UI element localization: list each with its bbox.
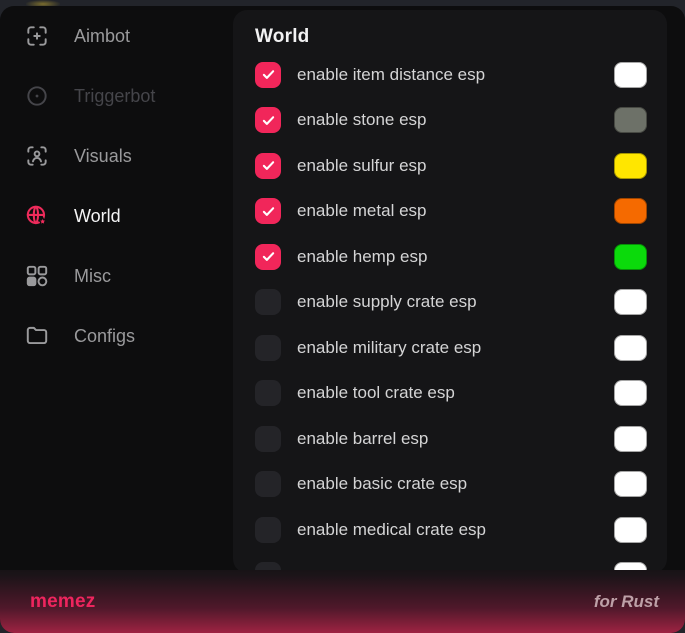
setting-row: enable barrel esp <box>233 416 667 462</box>
triggerbot-icon <box>24 83 50 109</box>
sidebar-item-label: Triggerbot <box>74 87 155 105</box>
sidebar-item-configs[interactable]: Configs <box>0 306 233 366</box>
settings-list: enable item distance esp enable stone esp… <box>233 52 667 573</box>
setting-row: enable military crate esp <box>233 325 667 371</box>
color-swatch[interactable] <box>614 471 647 497</box>
setting-label: enable item distance esp <box>297 65 614 85</box>
footer-tagline: for Rust <box>594 592 659 612</box>
sidebar-item-label: World <box>74 207 121 225</box>
setting-label: enable basic crate esp <box>297 474 614 494</box>
color-swatch[interactable] <box>614 517 647 543</box>
setting-label: enable metal esp <box>297 201 614 221</box>
sidebar-item-label: Configs <box>74 327 135 345</box>
visuals-icon <box>24 143 50 169</box>
sidebar-item-visuals[interactable]: Visuals <box>0 126 233 186</box>
checkbox-unchecked[interactable] <box>255 426 281 452</box>
setting-label: enable medical crate esp <box>297 520 614 540</box>
cheat-window: AimbotTriggerbotVisualsWorldMiscConfigs … <box>0 6 685 633</box>
setting-label: enable supply crate esp <box>297 292 614 312</box>
checkbox-unchecked[interactable] <box>255 335 281 361</box>
setting-row: enable medical crate esp <box>233 507 667 553</box>
checkbox-unchecked[interactable] <box>255 517 281 543</box>
setting-label: enable hemp esp <box>297 247 614 267</box>
setting-row: enable sulfur esp <box>233 143 667 189</box>
sidebar-item-label: Visuals <box>74 147 132 165</box>
page-title: World <box>233 10 667 48</box>
aimbot-icon <box>24 23 50 49</box>
checkbox-checked[interactable] <box>255 153 281 179</box>
misc-icon <box>24 263 50 289</box>
setting-label: enable military crate esp <box>297 338 614 358</box>
checkbox-checked[interactable] <box>255 244 281 270</box>
color-swatch[interactable] <box>614 62 647 88</box>
color-swatch[interactable] <box>614 289 647 315</box>
setting-row: enable hemp esp <box>233 234 667 280</box>
setting-label: enable stone esp <box>297 110 614 130</box>
sidebar-item-aimbot[interactable]: Aimbot <box>0 6 233 66</box>
sidebar-item-triggerbot[interactable]: Triggerbot <box>0 66 233 126</box>
checkbox-checked[interactable] <box>255 107 281 133</box>
checkbox-unchecked[interactable] <box>255 471 281 497</box>
setting-row: enable metal esp <box>233 189 667 235</box>
checkbox-checked[interactable] <box>255 62 281 88</box>
setting-label: enable barrel esp <box>297 429 614 449</box>
color-swatch[interactable] <box>614 380 647 406</box>
setting-row: enable supply crate esp <box>233 280 667 326</box>
sidebar: Aimbot Triggerbot Visuals World Misc Configs <box>0 6 233 366</box>
color-swatch[interactable] <box>614 153 647 179</box>
color-swatch[interactable] <box>614 107 647 133</box>
color-swatch[interactable] <box>614 426 647 452</box>
footer: memez for Rust <box>0 570 685 633</box>
sidebar-item-label: Aimbot <box>74 27 130 45</box>
checkbox-checked[interactable] <box>255 198 281 224</box>
setting-row: enable item distance esp <box>233 52 667 98</box>
color-swatch[interactable] <box>614 335 647 361</box>
setting-label: enable tool crate esp <box>297 383 614 403</box>
checkbox-unchecked[interactable] <box>255 380 281 406</box>
setting-row: enable tool crate esp <box>233 371 667 417</box>
color-swatch[interactable] <box>614 198 647 224</box>
setting-row: enable basic crate esp <box>233 462 667 508</box>
sidebar-item-label: Misc <box>74 267 111 285</box>
setting-row: enable stone esp <box>233 98 667 144</box>
configs-icon <box>24 323 50 349</box>
checkbox-unchecked[interactable] <box>255 289 281 315</box>
color-swatch[interactable] <box>614 244 647 270</box>
sidebar-item-world[interactable]: World <box>0 186 233 246</box>
sidebar-item-misc[interactable]: Misc <box>0 246 233 306</box>
world-panel: World enable item distance esp enable sto… <box>233 10 667 573</box>
setting-label: enable sulfur esp <box>297 156 614 176</box>
world-icon <box>24 203 50 229</box>
brand-logo: memez <box>30 591 95 613</box>
